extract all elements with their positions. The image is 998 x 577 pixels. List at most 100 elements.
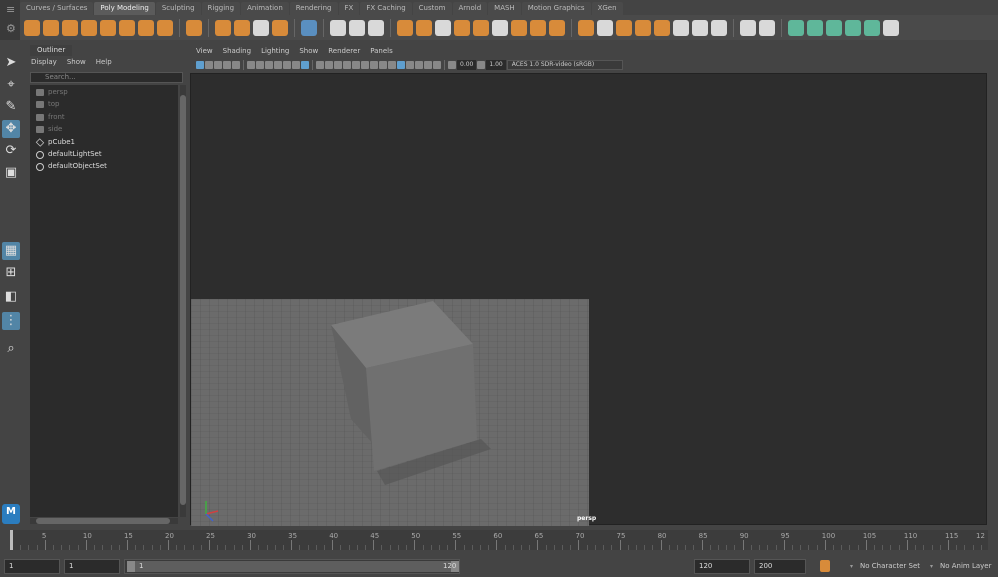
paint-select-tool-icon[interactable]: ✎ [2, 98, 20, 116]
outliner-item[interactable]: side [36, 125, 62, 134]
shelf-tab-motion-graphics[interactable]: Motion Graphics [521, 2, 591, 15]
uv-unfold-icon[interactable] [864, 19, 880, 36]
side-by-side-layout-icon[interactable]: ◧ [2, 288, 20, 306]
outliner-vertical-scrollbar[interactable] [180, 85, 186, 517]
bridge-icon[interactable] [454, 19, 470, 36]
viewport-menu-renderer[interactable]: Renderer [328, 47, 360, 58]
playback-end-field[interactable]: 120 [694, 559, 750, 574]
four-view-layout-icon[interactable]: ⊞ [2, 264, 20, 282]
offset-edge-loop-icon[interactable] [616, 19, 632, 36]
range-slider[interactable]: 1 120 [124, 559, 460, 574]
outliner-item[interactable]: defaultLightSet [36, 150, 102, 159]
select-tool-icon[interactable]: ➤ [2, 54, 20, 72]
auto-key-icon[interactable] [820, 560, 830, 572]
time-slider[interactable]: 5 10 15 20 25 30 35 40 45 50 55 60 65 70 75 80 85 90 95 100… [0, 528, 998, 551]
gamma-icon[interactable] [477, 61, 486, 69]
viewport-menu-show[interactable]: Show [299, 47, 318, 58]
resolution-gate-icon[interactable] [274, 61, 282, 69]
shelf-settings-icon[interactable]: ⚙ [6, 22, 16, 35]
collapse-icon[interactable] [692, 19, 708, 36]
exposure-field[interactable]: 0.00 [457, 60, 477, 70]
time-slider-track[interactable]: 5 10 15 20 25 30 35 40 45 50 55 60 65 70 75 80 85 90 95 100… [10, 530, 988, 550]
film-gate-icon[interactable] [265, 61, 273, 69]
uv-spherical-icon[interactable] [826, 19, 842, 36]
outliner-layout-icon[interactable]: ⋮ [2, 312, 20, 330]
combine-icon[interactable] [330, 19, 346, 36]
shelf-tab-animation[interactable]: Animation [241, 2, 289, 15]
shelf-tab-xgen[interactable]: XGen [591, 2, 623, 15]
svg-icon[interactable] [272, 19, 288, 36]
shelf-menu-icon[interactable]: ≡ [6, 3, 15, 16]
shelf-tab-fx-caching[interactable]: FX Caching [360, 2, 412, 15]
shelf-tab-sculpting[interactable]: Sculpting [155, 2, 201, 15]
anti-aliasing-icon[interactable] [397, 61, 405, 69]
poly-cone-icon[interactable] [81, 19, 97, 36]
viewport-menu-lighting[interactable]: Lighting [261, 47, 289, 58]
current-time-indicator[interactable] [10, 530, 13, 550]
separate-icon[interactable] [349, 19, 365, 36]
bookmark-icon[interactable] [214, 61, 222, 69]
outliner-item[interactable]: front [36, 113, 65, 121]
viewport-menu-shading[interactable]: Shading [223, 47, 251, 58]
text-tool-icon[interactable] [253, 19, 269, 36]
scale-tool-icon[interactable]: ▣ [2, 164, 20, 182]
grid-icon[interactable] [256, 61, 264, 69]
character-set-dropdown[interactable]: ▾ No Character Set [850, 559, 922, 574]
platonic-solid-icon[interactable] [157, 19, 173, 36]
shelf-tab-fx[interactable]: FX [338, 2, 360, 15]
wireframe-on-shaded-icon[interactable] [343, 61, 351, 69]
shelf-tab-custom[interactable]: Custom [412, 2, 452, 15]
default-material-icon[interactable] [334, 61, 342, 69]
xray-joints-icon[interactable] [433, 61, 441, 69]
connect-icon[interactable] [711, 19, 727, 36]
shelf-tab-mash[interactable]: MASH [488, 2, 521, 15]
start-time-field[interactable]: 1 [4, 559, 60, 574]
poly-cube-icon[interactable] [43, 19, 59, 36]
type-icon[interactable] [234, 19, 250, 36]
field-chart-icon[interactable] [292, 61, 300, 69]
shelf-tab-arnold[interactable]: Arnold [452, 2, 488, 15]
screen-space-ao-icon[interactable] [379, 61, 387, 69]
fill-hole-icon[interactable] [511, 19, 527, 36]
safe-action-icon[interactable] [301, 61, 309, 69]
boolean-icon[interactable] [397, 19, 413, 36]
viewport-menu-view[interactable]: View [196, 47, 213, 58]
outliner-menu-show[interactable]: Show [67, 58, 86, 66]
outliner-menu-help[interactable]: Help [96, 58, 112, 66]
extrude-icon[interactable] [435, 19, 451, 36]
shadows-icon[interactable] [370, 61, 378, 69]
remesh-icon[interactable] [759, 19, 775, 36]
outliner-menu-display[interactable]: Display [31, 58, 57, 66]
shelf-tab-rigging[interactable]: Rigging [201, 2, 241, 15]
outliner-item[interactable]: persp [36, 88, 68, 96]
uv-planar-icon[interactable] [788, 19, 804, 36]
shelf-tab-curves-surfaces[interactable]: Curves / Surfaces [20, 2, 94, 15]
outliner-item[interactable]: pCube1 [35, 138, 75, 147]
uv-layout-icon[interactable] [883, 19, 899, 36]
perspective-viewport[interactable]: persp [190, 73, 987, 526]
shelf-tab-poly-modeling[interactable]: Poly Modeling [94, 2, 155, 15]
image-plane-icon[interactable] [223, 61, 231, 69]
uv-editor-icon[interactable] [301, 19, 317, 36]
poly-sphere-icon[interactable] [24, 19, 40, 36]
isolate-select-icon[interactable] [415, 61, 423, 69]
exposure-icon[interactable] [448, 61, 456, 69]
wedge-icon[interactable] [654, 19, 670, 36]
xray-icon[interactable] [424, 61, 432, 69]
textured-icon[interactable] [352, 61, 360, 69]
outliner-search-input[interactable]: Search... [30, 72, 183, 83]
outliner-item[interactable]: defaultObjectSet [36, 162, 107, 172]
smooth-shade-icon[interactable] [325, 61, 333, 69]
poke-icon[interactable] [635, 19, 651, 36]
poly-torus-icon[interactable] [100, 19, 116, 36]
insert-edge-loop-icon[interactable] [597, 19, 613, 36]
super-shape-icon[interactable] [186, 19, 202, 36]
uv-cylindrical-icon[interactable] [807, 19, 823, 36]
uv-automatic-icon[interactable] [845, 19, 861, 36]
end-time-field[interactable]: 200 [754, 559, 806, 574]
color-space-dropdown[interactable]: ACES 1.0 SDR-video (sRGB) [506, 60, 623, 70]
range-slider-handle[interactable] [133, 561, 453, 572]
rotate-tool-icon[interactable]: ⟳ [2, 142, 20, 160]
circularize-icon[interactable] [673, 19, 689, 36]
select-camera-icon[interactable] [196, 61, 204, 69]
